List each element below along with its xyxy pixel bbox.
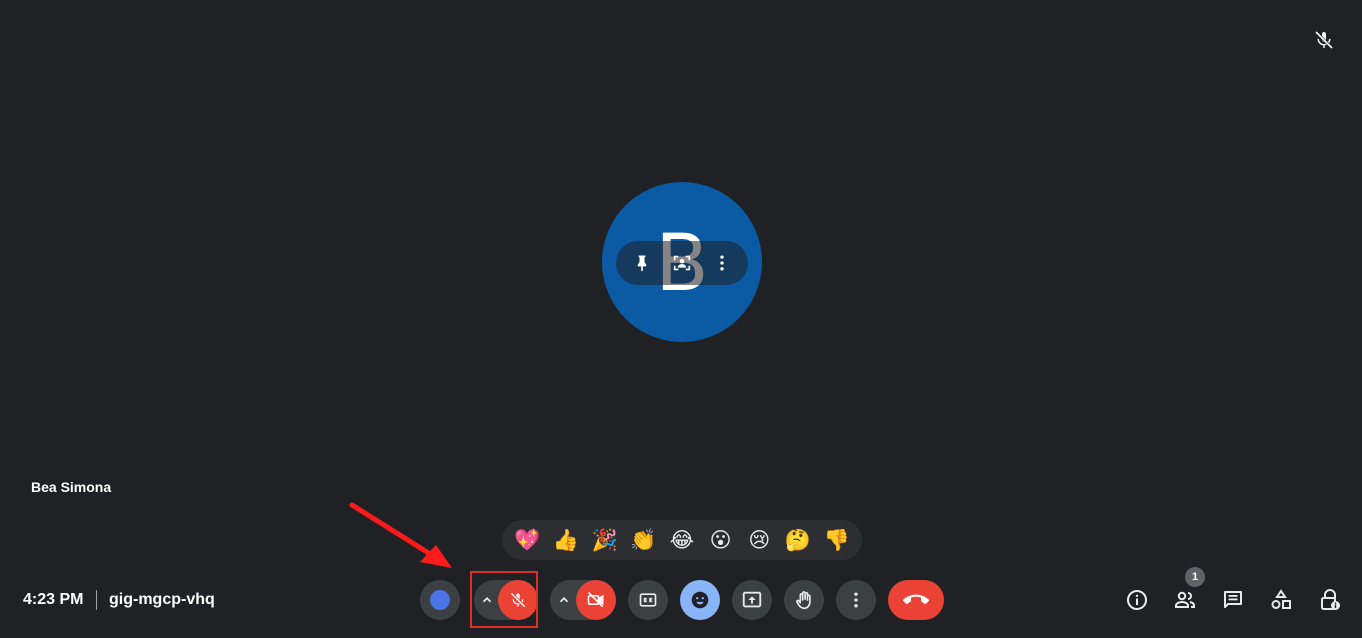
people-count-badge: 1 xyxy=(1185,567,1205,587)
chat-button[interactable] xyxy=(1221,588,1245,612)
host-controls-icon xyxy=(1321,589,1340,610)
reaction-thinking[interactable]: 🤔 xyxy=(781,530,815,551)
tile-mic-off-icon xyxy=(1312,28,1336,52)
reaction-sad[interactable]: 😢 xyxy=(742,530,776,551)
current-time: 4:23 PM xyxy=(23,591,84,608)
reaction-thumbs-down[interactable]: 👎 xyxy=(820,530,854,551)
leave-call-button[interactable] xyxy=(888,580,944,620)
captions-button[interactable] xyxy=(628,580,668,620)
reaction-sparkling-heart[interactable]: 💖 xyxy=(510,530,544,551)
effects-icon xyxy=(430,590,450,610)
info-icon xyxy=(1127,590,1147,610)
reaction-surprised[interactable]: 😮 xyxy=(704,530,738,551)
people-icon xyxy=(1175,591,1195,608)
present-screen-button[interactable] xyxy=(732,580,772,620)
emoji-icon xyxy=(691,591,709,609)
tile-controls xyxy=(616,241,748,285)
reaction-party-popper[interactable]: 🎉 xyxy=(588,530,622,551)
pin-icon[interactable] xyxy=(627,248,657,278)
people-button[interactable] xyxy=(1173,588,1197,612)
participant-name-label: Bea Simona xyxy=(31,479,112,495)
meeting-code[interactable]: gig-mgcp-vhq xyxy=(109,591,215,609)
present-screen-icon xyxy=(742,591,762,608)
activities-icon xyxy=(1271,589,1291,609)
more-vert-icon xyxy=(854,592,858,608)
reaction-laughing[interactable]: 😂 xyxy=(665,530,699,551)
reaction-clapping[interactable]: 👏 xyxy=(626,530,660,551)
more-vert-icon[interactable] xyxy=(707,248,737,278)
video-options-chevron-up-icon[interactable] xyxy=(551,580,577,620)
frame-person-icon[interactable] xyxy=(667,248,697,278)
activities-button[interactable] xyxy=(1269,588,1293,612)
call-end-icon xyxy=(903,594,929,605)
raise-hand-button[interactable] xyxy=(784,580,824,620)
raise-hand-icon xyxy=(796,591,811,610)
reactions-bar: 💖 👍 🎉 👏 😂 😮 😢 🤔 👎 xyxy=(502,520,862,560)
footer-divider xyxy=(96,590,97,610)
chat-icon xyxy=(1224,591,1242,608)
annotation-arrow-icon xyxy=(349,502,452,568)
closed-caption-icon xyxy=(639,593,657,607)
send-reaction-button[interactable] xyxy=(680,580,720,620)
reaction-thumbs-up[interactable]: 👍 xyxy=(549,530,583,551)
camera-button[interactable] xyxy=(576,580,616,620)
videocam-off-icon xyxy=(587,591,604,608)
meeting-details-button[interactable] xyxy=(1125,588,1149,612)
effects-button[interactable] xyxy=(420,580,460,620)
more-options-button[interactable] xyxy=(836,580,876,620)
annotation-highlight-box xyxy=(470,571,538,628)
host-controls-button[interactable] xyxy=(1318,588,1342,612)
